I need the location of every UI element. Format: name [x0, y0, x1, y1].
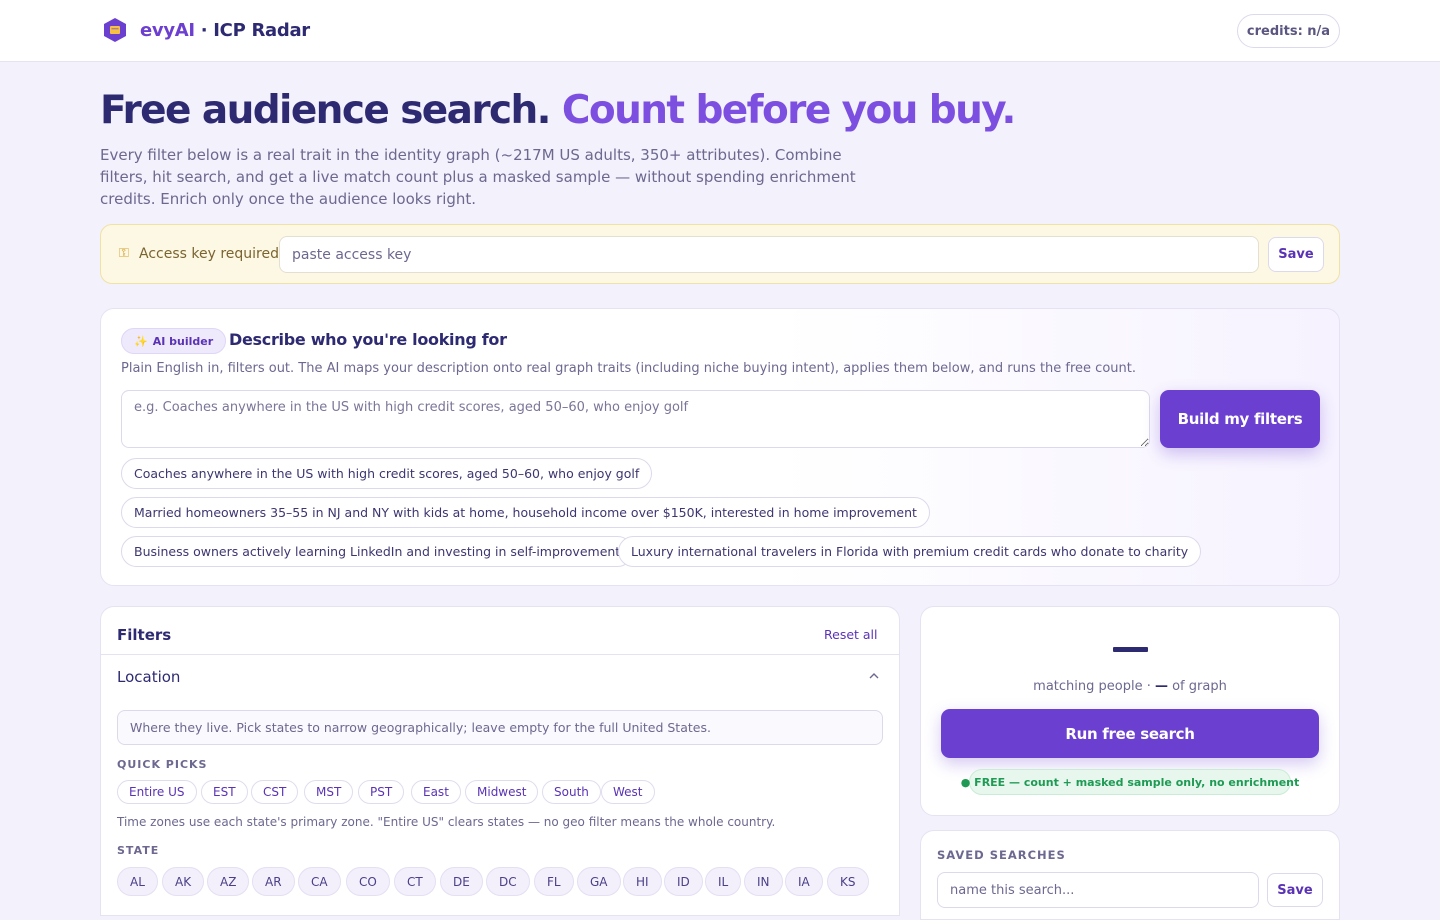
save-access-key-button[interactable]: Save	[1268, 237, 1324, 272]
build-filters-button[interactable]: Build my filters	[1160, 390, 1320, 448]
access-key-input[interactable]	[279, 236, 1259, 273]
state-chip-ca[interactable]: CA	[298, 867, 341, 896]
access-key-label: Access key required:	[139, 246, 284, 262]
location-section-header[interactable]: Location	[117, 668, 180, 686]
run-free-search-button[interactable]: Run free search	[941, 709, 1319, 758]
ai-builder-description: Plain English in, filters out. The AI ma…	[121, 361, 1136, 376]
state-chip-az[interactable]: AZ	[207, 867, 250, 896]
state-chip-co[interactable]: CO	[346, 867, 390, 896]
quick-pick-est[interactable]: EST	[201, 780, 248, 804]
ai-builder-card: ✨ AI builder Describe who you're looking…	[100, 308, 1340, 586]
state-chip-hi[interactable]: HI	[623, 867, 662, 896]
sparkles-icon: ✨	[134, 334, 148, 348]
access-key-banner: ⚿ Access key required: Save	[100, 224, 1340, 284]
state-chip-ia[interactable]: IA	[785, 867, 823, 896]
state-chip-ct[interactable]: CT	[394, 867, 436, 896]
state-chip-in[interactable]: IN	[744, 867, 783, 896]
example-prompt-chip[interactable]: Luxury international travelers in Florid…	[618, 536, 1202, 567]
brand[interactable]: evyAI · ICP Radar	[103, 17, 310, 43]
timezone-note: Time zones use each state's primary zone…	[117, 815, 776, 829]
chevron-up-icon[interactable]	[867, 669, 881, 683]
page-title: Free audience search. Count before you b…	[100, 88, 1016, 133]
quick-pick-midwest[interactable]: Midwest	[465, 780, 539, 804]
example-prompt-chip[interactable]: Coaches anywhere in the US with high cre…	[121, 458, 653, 489]
brand-logo-icon	[104, 18, 126, 42]
state-chip-ga[interactable]: GA	[577, 867, 621, 896]
brand-name: evyAI · ICP Radar	[140, 19, 310, 41]
state-chip-fl[interactable]: FL	[534, 867, 574, 896]
quick-pick-cst[interactable]: CST	[251, 780, 299, 804]
quick-pick-south[interactable]: South	[542, 780, 601, 804]
state-chip-ar[interactable]: AR	[252, 867, 295, 896]
state-chip-al[interactable]: AL	[117, 867, 158, 896]
filters-title: Filters	[117, 626, 172, 644]
quick-picks-label: QUICK PICKS	[117, 758, 208, 771]
key-icon: ⚿	[119, 246, 129, 261]
save-search-button[interactable]: Save	[1267, 873, 1323, 907]
saved-search-name-input[interactable]	[937, 872, 1259, 908]
divider	[101, 654, 899, 655]
match-count-subtitle: matching people · — of graph	[1033, 679, 1227, 694]
quick-pick-pst[interactable]: PST	[358, 780, 405, 804]
quick-pick-east[interactable]: East	[411, 780, 461, 804]
state-chip-de[interactable]: DE	[440, 867, 483, 896]
ai-builder-badge: ✨ AI builder	[121, 328, 227, 354]
credits-badge: credits: n/a	[1237, 14, 1340, 48]
quick-pick-west[interactable]: West	[601, 780, 655, 804]
state-chip-ak[interactable]: AK	[162, 867, 205, 896]
location-hint: Where they live. Pick states to narrow g…	[117, 710, 883, 745]
free-search-note: ● FREE — count + masked sample only, no …	[961, 769, 1299, 795]
page-description: Every filter below is a real trait in th…	[100, 146, 856, 208]
audience-description-input[interactable]	[121, 390, 1150, 448]
saved-searches-card: SAVED SEARCHES Save	[920, 830, 1340, 920]
state-chip-dc[interactable]: DC	[486, 867, 530, 896]
match-count-card: matching people · — of graph Run free se…	[920, 606, 1340, 816]
state-chip-il[interactable]: IL	[705, 867, 742, 896]
example-prompt-chip[interactable]: Married homeowners 35–55 in NJ and NY wi…	[121, 497, 930, 528]
saved-searches-title: SAVED SEARCHES	[937, 848, 1066, 862]
state-label: STATE	[117, 844, 160, 857]
state-chip-ks[interactable]: KS	[827, 867, 869, 896]
state-chip-id[interactable]: ID	[664, 867, 703, 896]
filters-panel: Filters Reset all Location Where they li…	[100, 606, 900, 916]
reset-all-link[interactable]: Reset all	[824, 627, 878, 642]
match-count-placeholder	[1113, 647, 1148, 652]
ai-builder-title: Describe who you're looking for	[229, 330, 507, 349]
example-prompt-chip[interactable]: Business owners actively learning Linked…	[121, 536, 634, 567]
top-bar: evyAI · ICP Radar credits: n/a	[0, 0, 1440, 62]
quick-pick-mst[interactable]: MST	[304, 780, 354, 804]
quick-pick-entire-us[interactable]: Entire US	[117, 780, 197, 804]
